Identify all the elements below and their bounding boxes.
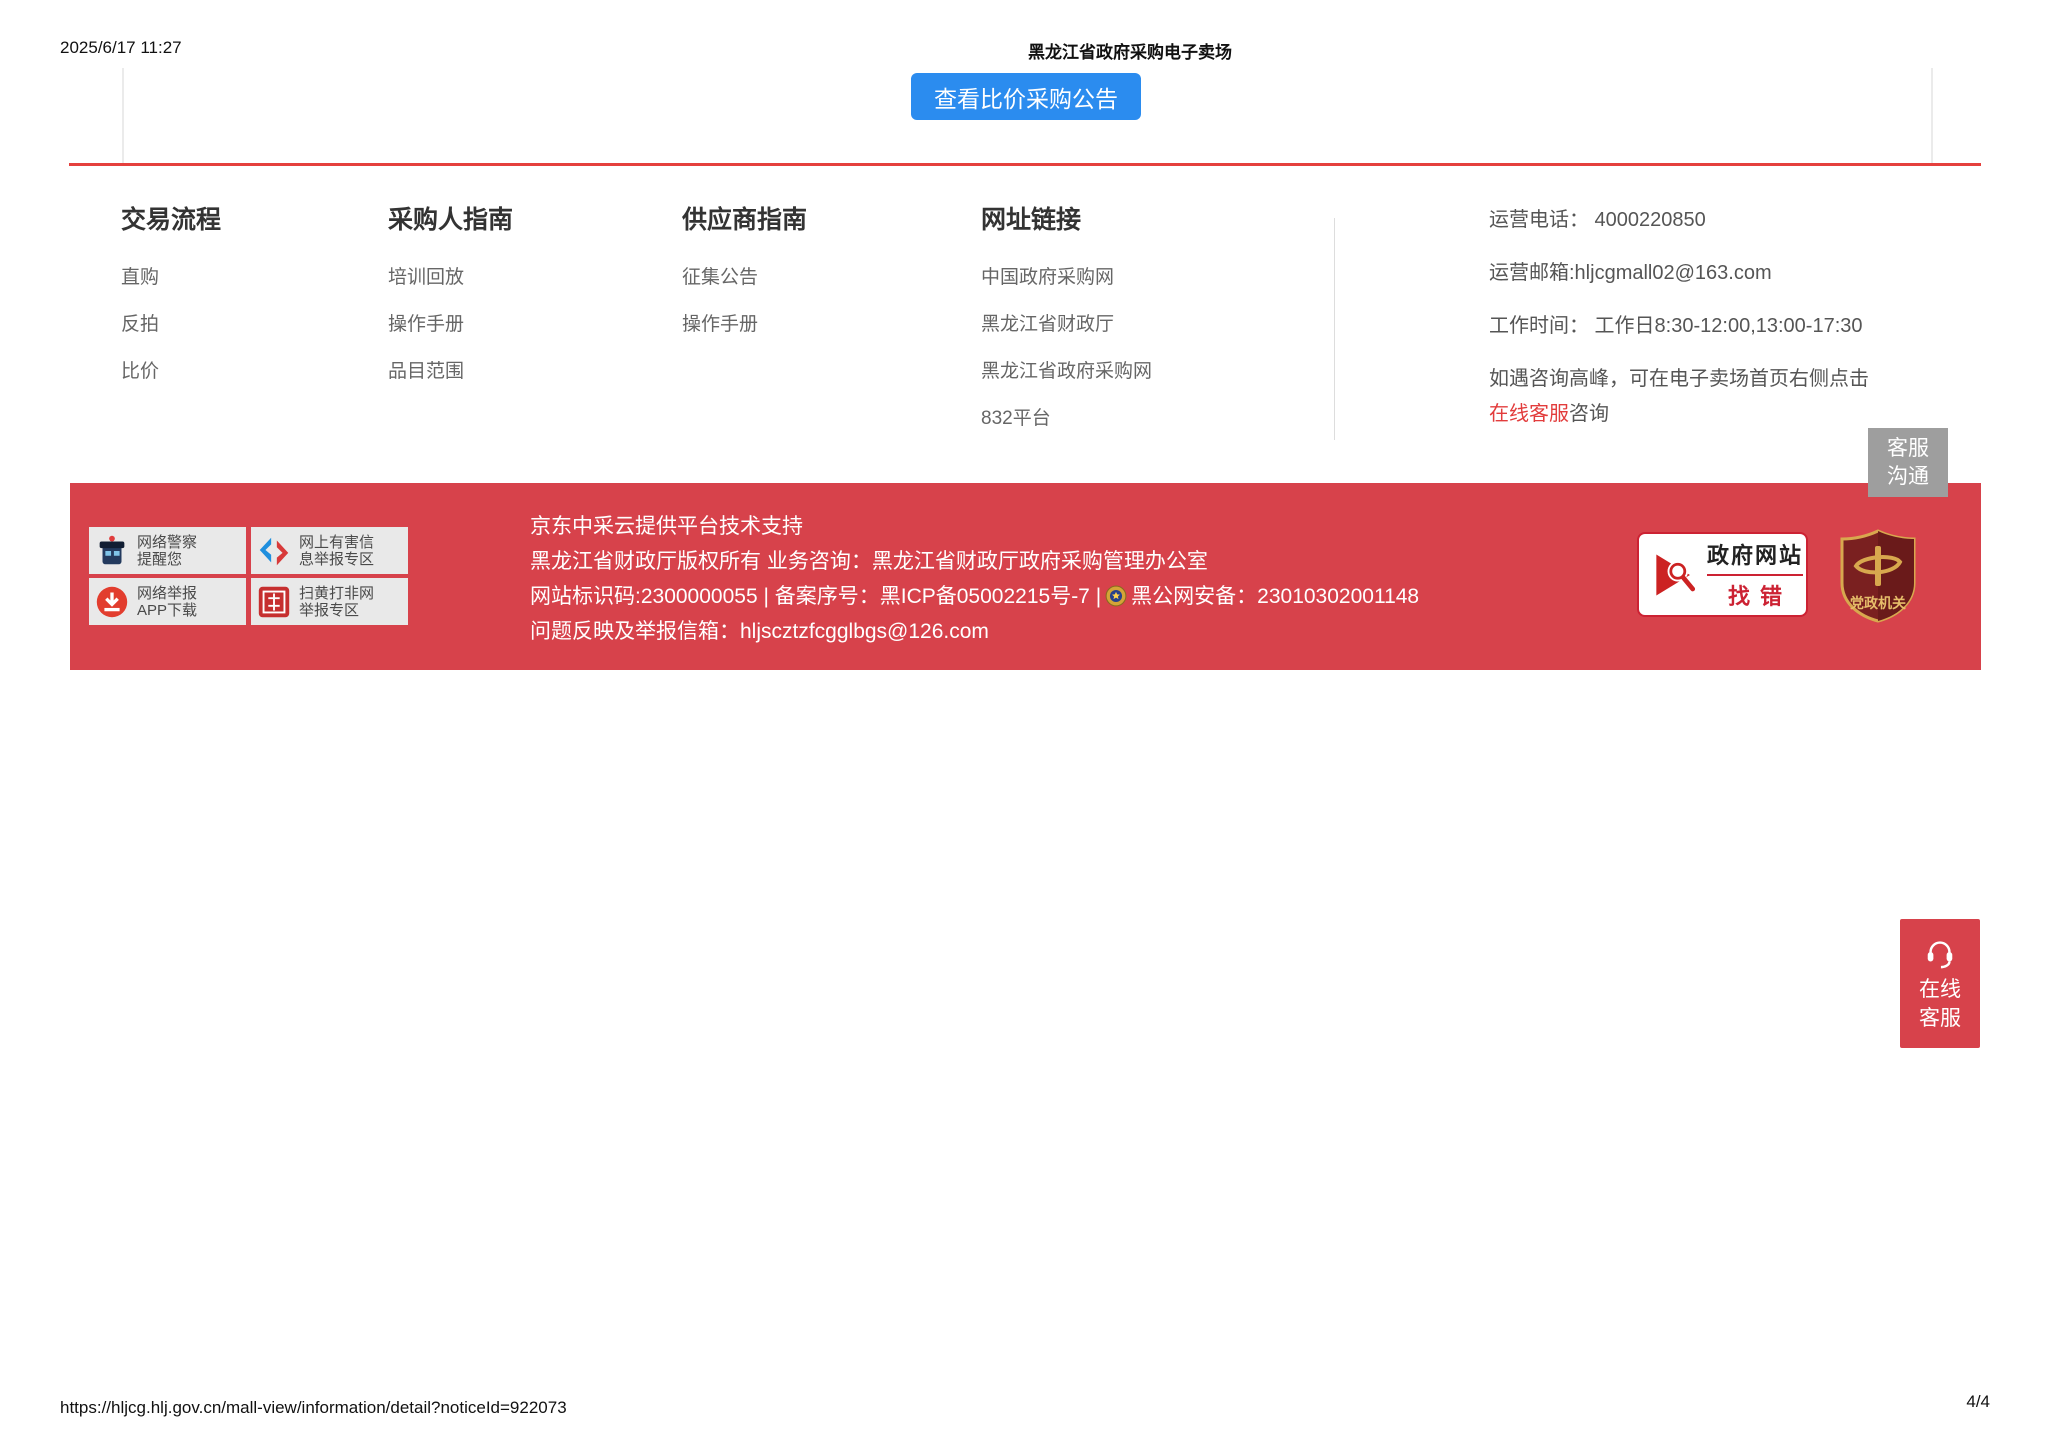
nav-link-direct-purchase[interactable]: 直购 [121, 252, 221, 299]
contact-phone: 运营电话： 4000220850 [1489, 207, 1969, 233]
report-app-download-icon [93, 583, 131, 621]
online-cs-line1: 在线 [1919, 975, 1961, 1004]
party-gov-org-shield-badge[interactable]: 党政机关 [1838, 528, 1918, 624]
footer-info-line2: 黑龙江省财政厅版权所有 业务咨询：黑龙江省财政厅政府采购管理办公室 [530, 544, 1419, 579]
cs-tab-line2: 沟通 [1887, 463, 1929, 491]
print-preview-page: 2025/6/17 11:27 黑龙江省政府采购电子卖场 查看比价采购公告 交易… [0, 0, 2048, 1447]
harmful-info-report-icon [255, 532, 293, 570]
badge-label: 网络警察 提醒您 [137, 534, 197, 568]
contact-cs-line: 在线客服咨询 [1489, 401, 1969, 427]
online-cs-line2: 客服 [1919, 1004, 1961, 1033]
online-cs-float-button[interactable]: 在线 客服 [1900, 919, 1980, 1048]
vertical-divider [1334, 218, 1335, 440]
public-security-badge-icon [1105, 583, 1127, 605]
nav-link-china-gov-procurement[interactable]: 中国政府采购网 [981, 252, 1152, 299]
cs-tab-line1: 客服 [1887, 435, 1929, 463]
nav-column-title: 采购人指南 [388, 200, 513, 232]
find-error-magnifier-icon [1647, 547, 1703, 603]
find-error-line2: 找错 [1718, 579, 1792, 611]
footer-nav-column-links: 网址链接 中国政府采购网 黑龙江省财政厅 黑龙江省政府采购网 832平台 [981, 200, 1152, 440]
footer-nav-column-transaction: 交易流程 直购 反拍 比价 [121, 200, 221, 393]
contact-note: 如遇咨询高峰，可在电子卖场首页右侧点击 [1489, 366, 1969, 392]
print-page-number: 4/4 [1966, 1392, 1990, 1412]
contact-info: 运营电话： 4000220850 运营邮箱:hljcgmall02@163.co… [1489, 207, 1969, 454]
red-divider-line [69, 163, 1981, 166]
badge-label: 扫黄打非网 举报专区 [299, 585, 374, 619]
nav-column-title: 供应商指南 [682, 200, 807, 232]
report-badges: 网络警察 提醒您 网上有害信 息举报专区 网络举报 APP下载 [89, 527, 408, 625]
nav-column-title: 交易流程 [121, 200, 221, 232]
footer-info-text: 京东中采云提供平台技术支持 黑龙江省财政厅版权所有 业务咨询：黑龙江省财政厅政府… [530, 509, 1419, 649]
nav-link-operation-manual[interactable]: 操作手册 [682, 299, 807, 346]
gov-site-find-error-badge[interactable]: 政府网站 找错 [1637, 532, 1808, 617]
anti-porn-report-icon [255, 583, 293, 621]
online-cs-label: 在线 客服 [1919, 975, 1961, 1033]
footer-info-line4: 问题反映及举报信箱：hljscztzfcgglbgs@126.com [530, 614, 1419, 649]
view-price-comparison-notice-button[interactable]: 查看比价采购公告 [911, 73, 1141, 120]
badge-report-app-download[interactable]: 网络举报 APP下载 [89, 578, 246, 625]
badge-cyber-police[interactable]: 网络警察 提醒您 [89, 527, 246, 574]
print-footer-url: https://hljcg.hlj.gov.cn/mall-view/infor… [60, 1398, 567, 1418]
nav-link-category-scope[interactable]: 品目范围 [388, 346, 513, 393]
badge-label: 网络举报 APP下载 [137, 585, 197, 619]
cyber-police-icon [93, 532, 131, 570]
cs-communication-tab[interactable]: 客服 沟通 [1868, 428, 1948, 497]
footer-nav-column-supplier-guide: 供应商指南 征集公告 操作手册 [682, 200, 807, 346]
badge-anti-porn-report[interactable]: 扫黄打非网 举报专区 [251, 578, 408, 625]
print-datetime: 2025/6/17 11:27 [60, 38, 182, 58]
nav-link-collection-notice[interactable]: 征集公告 [682, 252, 807, 299]
nav-link-reverse-auction[interactable]: 反拍 [121, 299, 221, 346]
nav-column-title: 网址链接 [981, 200, 1152, 232]
shield-label: 党政机关 [1850, 595, 1906, 611]
page-title: 黑龙江省政府采购电子卖场 [1005, 38, 1255, 63]
headset-icon [1923, 935, 1957, 969]
footer-info-line1: 京东中采云提供平台技术支持 [530, 509, 1419, 544]
nav-link-hlj-finance-dept[interactable]: 黑龙江省财政厅 [981, 299, 1152, 346]
footer-security-record: 黑公网安备：23010302001148 [1131, 585, 1419, 608]
footer-site-code: 网站标识码:2300000055 | 备案序号：黑ICP备05002215号-7… [530, 585, 1101, 608]
nav-link-operation-manual[interactable]: 操作手册 [388, 299, 513, 346]
site-footer-bar: 网络警察 提醒您 网上有害信 息举报专区 网络举报 APP下载 [70, 483, 1981, 670]
online-cs-link[interactable]: 在线客服 [1489, 403, 1569, 425]
find-error-text: 政府网站 找错 [1707, 538, 1803, 611]
contact-hours: 工作时间： 工作日8:30-12:00,13:00-17:30 [1489, 313, 1969, 339]
nav-link-hlj-gov-procurement[interactable]: 黑龙江省政府采购网 [981, 346, 1152, 393]
find-error-line1: 政府网站 [1707, 538, 1803, 576]
nav-link-training-replay[interactable]: 培训回放 [388, 252, 513, 299]
contact-email: 运营邮箱:hljcgmall02@163.com [1489, 260, 1969, 286]
contact-cs-suffix: 咨询 [1569, 403, 1609, 425]
badge-label: 网上有害信 息举报专区 [299, 534, 374, 568]
footer-info-line3: 网站标识码:2300000055 | 备案序号：黑ICP备05002215号-7… [530, 579, 1419, 614]
nav-link-832-platform[interactable]: 832平台 [981, 393, 1152, 440]
footer-nav-column-purchaser-guide: 采购人指南 培训回放 操作手册 品目范围 [388, 200, 513, 393]
badge-harmful-info-report[interactable]: 网上有害信 息举报专区 [251, 527, 408, 574]
nav-link-price-comparison[interactable]: 比价 [121, 346, 221, 393]
